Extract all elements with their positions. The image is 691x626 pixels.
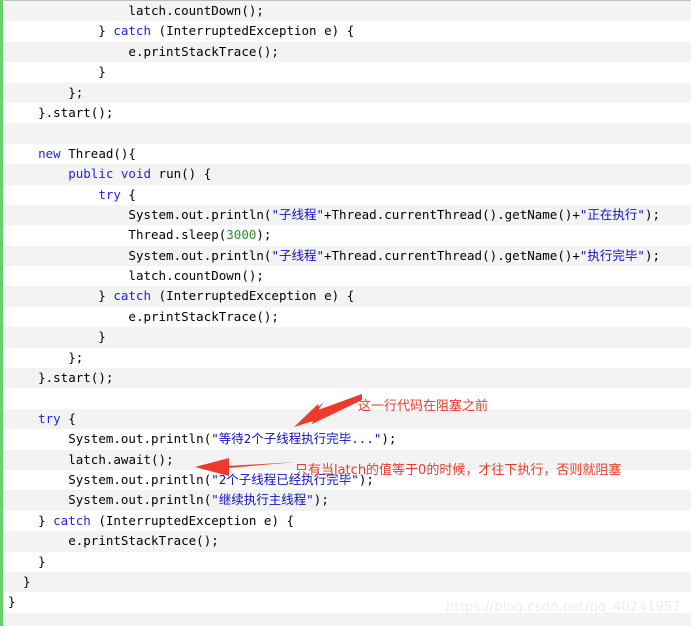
- code-line: } catch (InterruptedException e) {: [3, 21, 691, 42]
- annotation-await-explanation-text: 只有当latch的值等于0的时候，才往下执行，否则就阻塞: [295, 463, 622, 478]
- code-line: e.printStackTrace();: [3, 306, 691, 328]
- code-line: System.out.println("继续执行主线程");: [3, 490, 691, 511]
- annotation-before-block-text: 这一行代码在阻塞之前: [358, 399, 489, 414]
- code-line: };: [3, 82, 691, 103]
- code-line: System.out.println("子线程"+Thread.currentT…: [3, 204, 691, 226]
- code-line: new Thread(){: [3, 143, 691, 165]
- code-line: };: [3, 347, 691, 369]
- code-line: public void run() {: [3, 164, 691, 185]
- code-line: latch.countDown();: [3, 266, 691, 287]
- code-screenshot: latch.countDown(); } catch (InterruptedE…: [0, 0, 691, 626]
- code-line: [3, 388, 691, 409]
- code-line: }: [3, 551, 691, 572]
- code-line: }: [3, 571, 691, 593]
- code-line: e.printStackTrace();: [3, 41, 691, 63]
- watermark-url: https://blog.csdn.net/qq_40241957: [446, 600, 681, 615]
- code-line: }: [3, 62, 691, 83]
- code-line: e.printStackTrace();: [3, 531, 691, 552]
- code-line: try {: [3, 184, 691, 205]
- code-line: latch.countDown();: [3, 1, 691, 22]
- code-line: } catch (InterruptedException e) {: [3, 510, 691, 532]
- code-line: }.start();: [3, 102, 691, 124]
- code-line: System.out.println("等待2个子线程执行完毕...");: [3, 429, 691, 450]
- code-line: Thread.sleep(3000);: [3, 225, 691, 246]
- code-line: }: [3, 327, 691, 348]
- code-line: }.start();: [3, 368, 691, 389]
- code-line: } catch (InterruptedException e) {: [3, 286, 691, 307]
- java-code-block: latch.countDown(); } catch (InterruptedE…: [0, 0, 691, 626]
- code-line: try {: [3, 408, 691, 430]
- code-line-list: latch.countDown(); } catch (InterruptedE…: [3, 1, 691, 626]
- code-line: System.out.println("子线程"+Thread.currentT…: [3, 245, 691, 267]
- code-line: [3, 123, 691, 144]
